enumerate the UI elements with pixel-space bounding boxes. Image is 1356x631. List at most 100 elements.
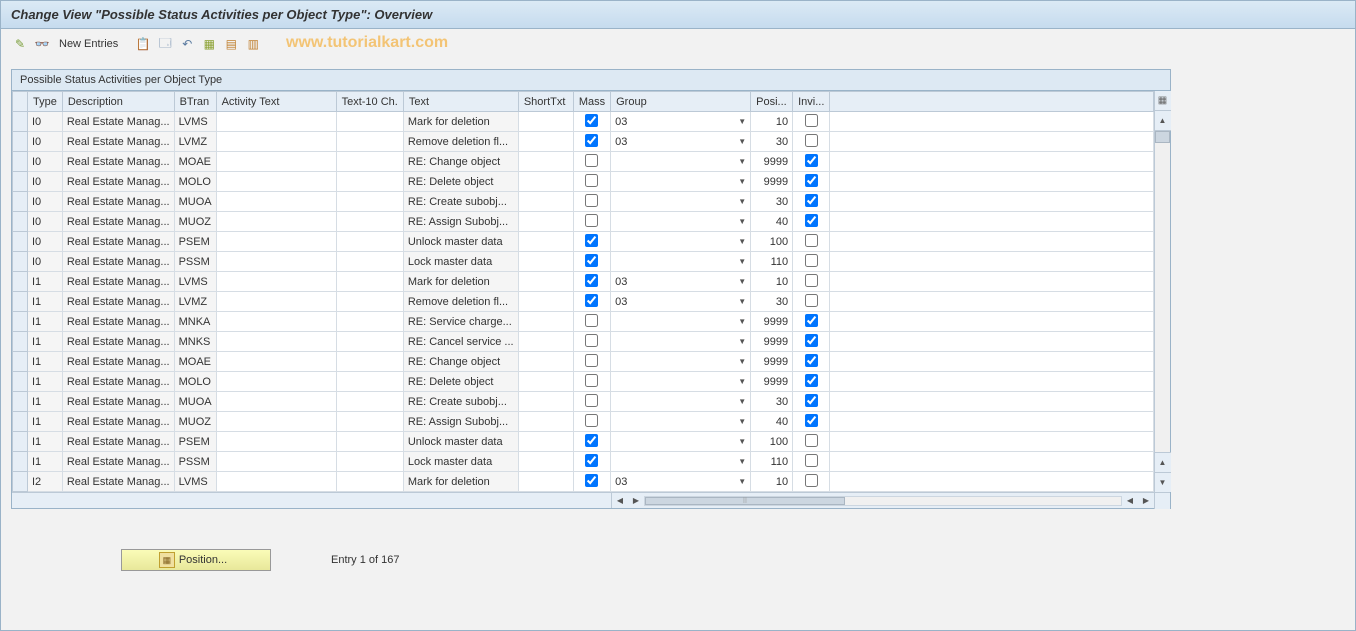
row-selector[interactable] <box>13 212 28 232</box>
dropdown-arrow-icon[interactable]: ▼ <box>738 477 746 486</box>
col-header-mass[interactable]: Mass <box>573 92 610 112</box>
cell-text[interactable]: Unlock master data <box>403 232 518 252</box>
cell-type[interactable]: I0 <box>28 152 63 172</box>
cell-posi[interactable]: 110 <box>751 452 793 472</box>
cell-activity-text[interactable] <box>216 132 336 152</box>
cell-text10[interactable] <box>336 372 403 392</box>
cell-invi[interactable] <box>793 432 830 452</box>
dropdown-arrow-icon[interactable]: ▼ <box>738 397 746 406</box>
cell-shorttxt[interactable] <box>518 192 573 212</box>
cell-shorttxt[interactable] <box>518 272 573 292</box>
select-all-icon[interactable]: ▦ <box>200 35 218 53</box>
row-selector[interactable] <box>13 292 28 312</box>
invi-checkbox[interactable] <box>805 214 818 227</box>
invi-checkbox[interactable] <box>805 174 818 187</box>
row-selector[interactable] <box>13 472 28 492</box>
cell-shorttxt[interactable] <box>518 132 573 152</box>
mass-checkbox[interactable] <box>585 454 598 467</box>
cell-group[interactable]: ▼ <box>611 432 751 452</box>
cell-shorttxt[interactable] <box>518 292 573 312</box>
cell-btran[interactable]: LVMS <box>174 112 216 132</box>
cell-posi[interactable]: 9999 <box>751 372 793 392</box>
cell-group[interactable]: ▼ <box>611 172 751 192</box>
invi-checkbox[interactable] <box>805 294 818 307</box>
row-selector[interactable] <box>13 132 28 152</box>
cell-activity-text[interactable] <box>216 432 336 452</box>
cell-type[interactable]: I1 <box>28 432 63 452</box>
cell-activity-text[interactable] <box>216 392 336 412</box>
table-config-icon[interactable]: ▦ <box>1155 91 1171 111</box>
cell-text10[interactable] <box>336 352 403 372</box>
cell-shorttxt[interactable] <box>518 452 573 472</box>
deselect-all-icon[interactable]: ▥ <box>244 35 262 53</box>
mass-checkbox[interactable] <box>585 114 598 127</box>
cell-mass[interactable] <box>573 452 610 472</box>
cell-btran[interactable]: LVMS <box>174 472 216 492</box>
dropdown-arrow-icon[interactable]: ▼ <box>738 457 746 466</box>
cell-description[interactable]: Real Estate Manag... <box>62 412 174 432</box>
cell-btran[interactable]: MUOZ <box>174 212 216 232</box>
row-selector[interactable] <box>13 392 28 412</box>
cell-group[interactable]: ▼ <box>611 212 751 232</box>
cell-btran[interactable]: MOLO <box>174 172 216 192</box>
cell-group[interactable]: 03▼ <box>611 292 751 312</box>
invi-checkbox[interactable] <box>805 354 818 367</box>
mass-checkbox[interactable] <box>585 194 598 207</box>
cell-mass[interactable] <box>573 472 610 492</box>
cell-description[interactable]: Real Estate Manag... <box>62 272 174 292</box>
cell-mass[interactable] <box>573 212 610 232</box>
mass-checkbox[interactable] <box>585 234 598 247</box>
cell-type[interactable]: I1 <box>28 332 63 352</box>
cell-group[interactable]: ▼ <box>611 312 751 332</box>
mass-checkbox[interactable] <box>585 334 598 347</box>
col-header-invi[interactable]: Invi... <box>793 92 830 112</box>
dropdown-arrow-icon[interactable]: ▼ <box>738 297 746 306</box>
glasses-icon[interactable]: 👓 <box>33 35 51 53</box>
cell-invi[interactable] <box>793 472 830 492</box>
delete-icon[interactable]: 🗔 <box>156 35 174 53</box>
cell-description[interactable]: Real Estate Manag... <box>62 292 174 312</box>
cell-btran[interactable]: PSSM <box>174 252 216 272</box>
dropdown-arrow-icon[interactable]: ▼ <box>738 337 746 346</box>
col-header-text[interactable]: Text <box>403 92 518 112</box>
cell-description[interactable]: Real Estate Manag... <box>62 172 174 192</box>
scroll-left-arrow2-icon[interactable]: ▶ <box>628 493 644 509</box>
cell-activity-text[interactable] <box>216 212 336 232</box>
cell-mass[interactable] <box>573 192 610 212</box>
cell-text10[interactable] <box>336 292 403 312</box>
invi-checkbox[interactable] <box>805 254 818 267</box>
cell-posi[interactable]: 30 <box>751 132 793 152</box>
cell-btran[interactable]: MNKA <box>174 312 216 332</box>
col-header-posi[interactable]: Posi... <box>751 92 793 112</box>
cell-invi[interactable] <box>793 372 830 392</box>
cell-mass[interactable] <box>573 392 610 412</box>
cell-mass[interactable] <box>573 372 610 392</box>
dropdown-arrow-icon[interactable]: ▼ <box>738 277 746 286</box>
cell-text10[interactable] <box>336 332 403 352</box>
cell-description[interactable]: Real Estate Manag... <box>62 192 174 212</box>
cell-posi[interactable]: 9999 <box>751 332 793 352</box>
cell-posi[interactable]: 10 <box>751 472 793 492</box>
dropdown-arrow-icon[interactable]: ▼ <box>738 357 746 366</box>
cell-activity-text[interactable] <box>216 372 336 392</box>
cell-btran[interactable]: LVMZ <box>174 292 216 312</box>
cell-type[interactable]: I1 <box>28 452 63 472</box>
cell-text10[interactable] <box>336 212 403 232</box>
cell-type[interactable]: I1 <box>28 292 63 312</box>
cell-invi[interactable] <box>793 452 830 472</box>
new-entries-button[interactable]: New Entries <box>59 38 118 50</box>
cell-type[interactable]: I1 <box>28 312 63 332</box>
cell-text10[interactable] <box>336 132 403 152</box>
cell-text[interactable]: Remove deletion fl... <box>403 292 518 312</box>
cell-text[interactable]: RE: Cancel service ... <box>403 332 518 352</box>
row-selector-header[interactable] <box>13 92 28 112</box>
toggle-icon[interactable]: ✎ <box>11 35 29 53</box>
cell-text[interactable]: RE: Assign Subobj... <box>403 412 518 432</box>
cell-description[interactable]: Real Estate Manag... <box>62 372 174 392</box>
row-selector[interactable] <box>13 352 28 372</box>
cell-shorttxt[interactable] <box>518 152 573 172</box>
invi-checkbox[interactable] <box>805 374 818 387</box>
horizontal-scrollbar[interactable]: ◀ ▶ ⠿ ◀ ▶ <box>12 492 1170 508</box>
invi-checkbox[interactable] <box>805 134 818 147</box>
cell-type[interactable]: I1 <box>28 392 63 412</box>
